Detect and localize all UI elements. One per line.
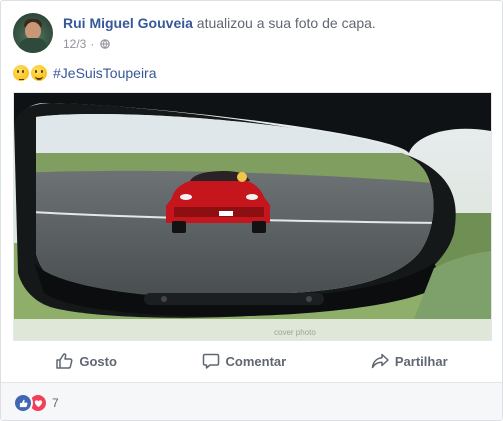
- post-actions: Gosto Comentar Partilhar: [13, 342, 490, 380]
- thumbs-up-icon: [56, 353, 73, 369]
- feed-post: Rui Miguel Gouveia atualizou a sua foto …: [0, 0, 503, 421]
- comment-label: Comentar: [225, 353, 287, 369]
- meta-separator: ·: [90, 37, 95, 51]
- rearview-mirror-car-image: cover photo: [14, 93, 491, 340]
- reactions-bar: 7: [1, 383, 502, 420]
- comment-button[interactable]: Comentar: [202, 352, 287, 370]
- author-avatar[interactable]: [13, 13, 53, 53]
- post-header: Rui Miguel Gouveia atualizou a sua foto …: [63, 15, 376, 31]
- like-label: Gosto: [79, 353, 117, 369]
- cover-photo[interactable]: cover photo: [13, 92, 492, 341]
- smiling-face-emoji: [31, 65, 47, 81]
- post-meta: 12/3 ·: [63, 37, 111, 51]
- like-button[interactable]: Gosto: [55, 352, 117, 370]
- globe-icon[interactable]: [100, 39, 111, 49]
- thinking-face-emoji: [13, 65, 29, 81]
- photo-watermark: cover photo: [274, 328, 316, 337]
- share-arrow-icon: [371, 353, 389, 369]
- post-timestamp[interactable]: 12/3: [63, 37, 86, 51]
- reaction-summary[interactable]: 7: [13, 393, 59, 413]
- hashtag-link[interactable]: #JeSuisToupeira: [53, 65, 157, 81]
- post-caption: #JeSuisToupeira: [13, 65, 157, 81]
- avatar-body: [19, 38, 47, 53]
- share-button[interactable]: Partilhar: [371, 352, 448, 370]
- comment-icon: [202, 353, 219, 369]
- author-name-link[interactable]: Rui Miguel Gouveia: [63, 15, 193, 31]
- post-action-text: atualizou a sua foto de capa.: [196, 15, 376, 31]
- like-reaction-icon: [13, 393, 33, 413]
- reaction-count: 7: [52, 396, 59, 410]
- share-label: Partilhar: [394, 353, 448, 369]
